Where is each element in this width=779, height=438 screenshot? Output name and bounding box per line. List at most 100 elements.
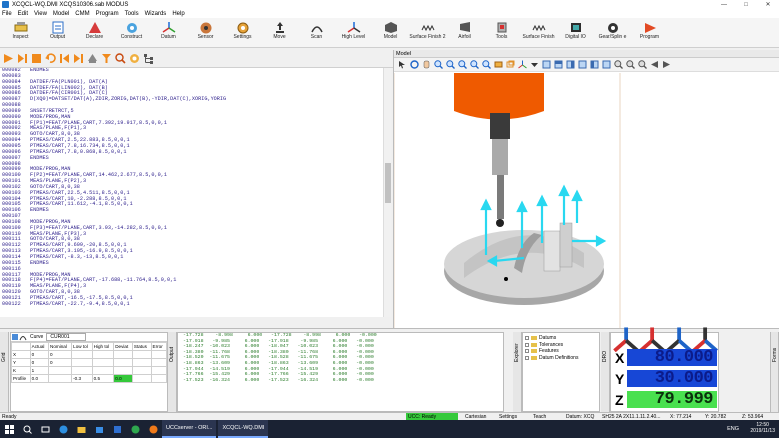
gear-spline-button[interactable]: Gear/Splin e — [594, 18, 631, 48]
run-to-end-icon[interactable] — [17, 53, 28, 64]
cell-nominal[interactable]: 0 — [48, 358, 73, 367]
inspect-button[interactable]: Inspect — [2, 18, 39, 48]
zoom-out-icon[interactable] — [446, 60, 455, 69]
output-button[interactable]: Output — [39, 18, 76, 48]
cell-empty[interactable] — [150, 350, 168, 359]
axes-icon[interactable] — [518, 60, 527, 69]
airfoil-button[interactable]: Airfoil — [446, 18, 483, 48]
cell-nominal[interactable] — [48, 374, 73, 383]
close-button[interactable]: ✕ — [757, 1, 779, 8]
maximize-button[interactable]: □ — [735, 2, 757, 8]
taskbar-app-uccserver[interactable]: UCCserver - ORI... — [162, 420, 217, 438]
menu-file[interactable]: File — [2, 11, 12, 17]
grid-tab[interactable]: Grid — [0, 332, 9, 412]
expand-box-icon[interactable] — [525, 342, 529, 347]
program-editor[interactable]: 000082 ENDMES 000083 000084 DATDEF/FA(PLN0… — [0, 68, 389, 317]
cell-empty[interactable] — [91, 350, 115, 359]
model-button[interactable]: Model — [372, 18, 409, 48]
box-icon[interactable] — [506, 60, 515, 69]
output-tab[interactable]: Output — [168, 332, 177, 412]
cell-empty[interactable] — [113, 358, 133, 367]
select-arrow-icon[interactable] — [398, 60, 407, 69]
cell-actual[interactable]: 0.0 — [29, 374, 50, 383]
declare-button[interactable]: Declare — [76, 18, 113, 48]
pan-icon[interactable] — [422, 60, 431, 69]
next-view-icon[interactable] — [662, 60, 671, 69]
table-row[interactable]: Y 0 0 — [11, 358, 168, 367]
cell-high-tol[interactable]: 0.5 — [91, 374, 115, 383]
step-back-icon[interactable] — [59, 53, 70, 64]
tree-item-datum-definitions[interactable]: Datum Definitions — [525, 355, 597, 361]
view-top-icon[interactable] — [554, 60, 563, 69]
menu-view[interactable]: View — [34, 11, 47, 17]
cell-empty[interactable] — [131, 350, 152, 359]
cell-empty[interactable] — [150, 358, 168, 367]
program-button[interactable]: Program — [631, 18, 668, 48]
undo-icon[interactable] — [45, 53, 56, 64]
language-indicator[interactable]: ENG — [727, 426, 739, 432]
cell-empty[interactable] — [131, 358, 152, 367]
store-button[interactable] — [90, 420, 108, 438]
expand-box-icon[interactable] — [525, 349, 529, 353]
taskbar-app-modus[interactable]: XCQCL-WQ.DMI — [218, 420, 269, 438]
tree-item-tolerances[interactable]: Tolerances — [525, 342, 597, 348]
tree-item-datums[interactable]: Datums — [525, 335, 597, 341]
menu-tools[interactable]: Tools — [125, 11, 139, 17]
view-back-icon[interactable] — [602, 60, 611, 69]
move-button[interactable]: Move — [261, 18, 298, 48]
cell-empty[interactable] — [91, 366, 115, 375]
cell-empty[interactable] — [131, 366, 152, 375]
expand-box-icon[interactable] — [525, 336, 529, 340]
cell-actual[interactable]: 0 — [29, 350, 50, 359]
sensor-button[interactable]: Sensor — [187, 18, 224, 48]
explorer-tab[interactable]: Explorer — [513, 332, 522, 412]
tools-button[interactable]: Tools — [483, 18, 520, 48]
3d-viewport[interactable] — [394, 73, 779, 328]
app-button-3[interactable] — [144, 420, 162, 438]
explorer-button[interactable] — [72, 420, 90, 438]
cell-actual[interactable]: 0 — [29, 358, 50, 367]
settings-button[interactable]: Settings — [224, 18, 261, 48]
zoom-extents-icon[interactable] — [638, 60, 647, 69]
start-button[interactable] — [0, 420, 18, 438]
edge-button[interactable] — [54, 420, 72, 438]
table-row[interactable]: Profile 0.0 -0.3 0.5 0.0 — [11, 374, 168, 383]
cell-empty[interactable] — [71, 358, 93, 367]
funnel-icon[interactable] — [101, 53, 112, 64]
zoom-previous-icon[interactable] — [482, 60, 491, 69]
table-row[interactable]: K 1 — [11, 366, 168, 375]
tree-icon[interactable] — [143, 53, 154, 64]
digital-io-button[interactable]: Digital IO — [557, 18, 594, 48]
previous-view-icon[interactable] — [650, 60, 659, 69]
stop-icon[interactable] — [31, 53, 42, 64]
surface-finish-button[interactable]: Surface Finish — [520, 18, 557, 48]
editor-scrollbar[interactable] — [383, 68, 391, 317]
play-icon[interactable] — [3, 53, 14, 64]
zoom-in-icon[interactable] — [434, 60, 443, 69]
table-row[interactable]: X 0 0 — [11, 350, 168, 359]
construct-button[interactable]: Construct — [113, 18, 150, 48]
step-forward-icon[interactable] — [73, 53, 84, 64]
grid-toolbar-icon[interactable] — [11, 333, 19, 341]
dro-tab[interactable]: DRO — [601, 332, 610, 412]
cell-nominal[interactable] — [48, 366, 73, 375]
zoom-icon[interactable] — [115, 53, 126, 64]
menu-wizards[interactable]: Wizards — [145, 11, 167, 17]
home-probe-icon[interactable] — [87, 53, 98, 64]
code-line[interactable]: 000122 PTMEAS/CART,-22.7,-9.4,8.5,0,0,1 — [2, 301, 389, 308]
cell-nominal[interactable]: 0 — [48, 350, 73, 359]
clock[interactable]: 12:50 2019/11/13 — [750, 422, 775, 434]
zoom-in-2-icon[interactable] — [614, 60, 623, 69]
view-front-icon[interactable] — [542, 60, 551, 69]
curve-value[interactable]: CUR001 — [46, 333, 87, 341]
cell-empty[interactable] — [71, 350, 93, 359]
forms-tab[interactable]: Forms — [770, 332, 779, 412]
cell-empty[interactable] — [113, 366, 133, 375]
menu-cmm[interactable]: CMM — [75, 11, 89, 17]
cell-empty[interactable] — [71, 366, 93, 375]
view-dropdown-icon[interactable] — [530, 60, 539, 69]
datum-button[interactable]: Datum — [150, 18, 187, 48]
high-level-button[interactable]: High Level — [335, 18, 372, 48]
menu-help[interactable]: Help — [172, 11, 184, 17]
view-left-icon[interactable] — [590, 60, 599, 69]
